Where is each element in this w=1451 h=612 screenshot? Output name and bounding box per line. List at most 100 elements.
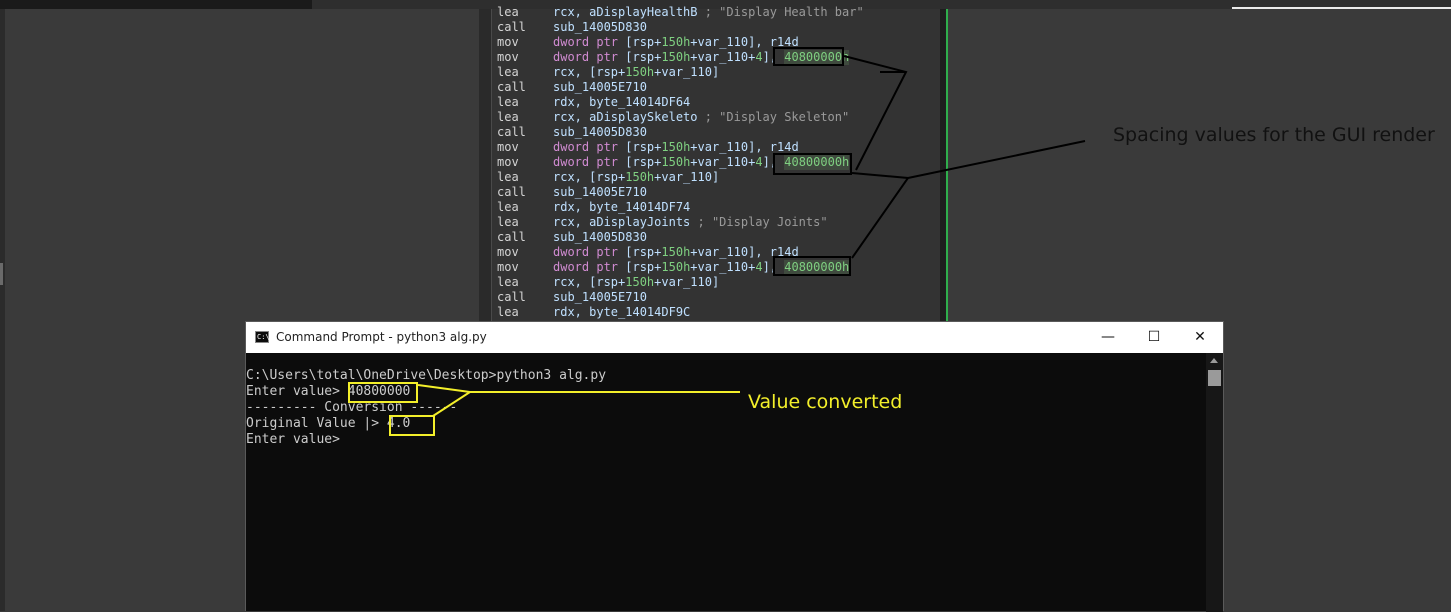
console-line: Original Value |> 4.0 bbox=[246, 416, 411, 431]
asm-a2: +var_110] bbox=[654, 170, 720, 184]
asm-a: rcx, [rsp+ bbox=[553, 65, 626, 79]
cmd-titlebar[interactable]: C:\ Command Prompt - python3 alg.py — ☐ … bbox=[246, 322, 1223, 353]
asm-kw: dword ptr bbox=[553, 155, 619, 169]
minimize-button[interactable]: — bbox=[1085, 322, 1131, 353]
asm-line[interactable]: lea rcx, [rsp+150h+var_110] bbox=[497, 275, 719, 290]
asm-n2: 4 bbox=[755, 50, 763, 64]
spacing-values-label: Spacing values for the GUI render bbox=[1113, 124, 1435, 146]
asm-line[interactable]: call sub_14005E710 bbox=[497, 80, 647, 95]
asm-line[interactable]: lea rdx, byte_14014DF74 bbox=[497, 200, 690, 215]
asm-line[interactable]: mov dword ptr [rsp+150h+var_110], r14d bbox=[497, 140, 799, 155]
asm-cmt: ; "Display Skeleton" bbox=[697, 110, 850, 124]
asm-line[interactable]: call sub_14005D830 bbox=[497, 230, 647, 245]
asm-a: rdx, byte_14014DF9C bbox=[553, 305, 691, 319]
asm-a: rdx, byte_14014DF74 bbox=[553, 200, 691, 214]
asm-n1: 150h bbox=[625, 170, 655, 184]
asm-op: lea bbox=[497, 215, 519, 229]
asm-a2: +var_110] bbox=[654, 275, 720, 289]
asm-a2: +var_110] bbox=[654, 65, 720, 79]
asm-a: rcx, aDisplayJoints bbox=[553, 215, 691, 229]
asm-op: call bbox=[497, 185, 526, 199]
asm-kw: dword ptr bbox=[553, 140, 619, 154]
asm-n2: 4 bbox=[755, 260, 763, 274]
asm-a1: [rsp+ bbox=[618, 260, 662, 274]
asm-a: rdx, byte_14014DF64 bbox=[553, 95, 691, 109]
asm-line[interactable]: mov dword ptr [rsp+150h+var_110], r14d bbox=[497, 245, 799, 260]
asm-op: mov bbox=[497, 245, 519, 259]
ida-gutter-border bbox=[491, 9, 492, 324]
asm-n2: 4 bbox=[755, 155, 763, 169]
asm-kw: dword ptr bbox=[553, 50, 619, 64]
asm-a1: [rsp+ bbox=[618, 140, 662, 154]
close-button[interactable]: ✕ bbox=[1177, 322, 1223, 353]
asm-op: mov bbox=[497, 50, 519, 64]
asm-n1: 150h bbox=[661, 260, 691, 274]
left-strip bbox=[0, 9, 5, 611]
asm-a1: [rsp+ bbox=[618, 50, 662, 64]
output-value-highlight-box bbox=[389, 415, 435, 436]
asm-n1: 150h bbox=[625, 65, 655, 79]
asm-line[interactable]: lea rcx, aDisplayJoints ; "Display Joints… bbox=[497, 215, 828, 230]
asm-line[interactable]: call sub_14005D830 bbox=[497, 125, 647, 140]
asm-line[interactable]: call sub_14005D830 bbox=[497, 20, 647, 35]
asm-op: lea bbox=[497, 110, 519, 124]
asm-a: rcx, [rsp+ bbox=[553, 170, 626, 184]
console-line[interactable]: Enter value> bbox=[246, 432, 340, 448]
scroll-thumb[interactable] bbox=[1208, 370, 1221, 386]
asm-kw: dword ptr bbox=[553, 260, 619, 274]
asm-a: rcx, aDisplayHealthB bbox=[553, 5, 698, 19]
asm-n1: 150h bbox=[661, 140, 691, 154]
asm-a: sub_14005E710 bbox=[553, 80, 647, 94]
asm-line[interactable]: mov dword ptr [rsp+150h+var_110], r14d bbox=[497, 35, 799, 50]
cmd-window-title: Command Prompt - python3 alg.py bbox=[276, 330, 487, 344]
asm-line[interactable]: call sub_14005E710 bbox=[497, 185, 647, 200]
cmd-scrollbar[interactable] bbox=[1206, 353, 1223, 612]
asm-line[interactable]: lea rcx, aDisplaySkeleto ; "Display Skele… bbox=[497, 110, 849, 125]
asm-n1: 150h bbox=[661, 35, 691, 49]
asm-line[interactable]: lea rcx, aDisplayHealthB ; "Display Healt… bbox=[497, 5, 864, 20]
asm-op: call bbox=[497, 230, 526, 244]
command-prompt-window[interactable]: C:\ Command Prompt - python3 alg.py — ☐ … bbox=[245, 321, 1224, 612]
asm-op: mov bbox=[497, 260, 519, 274]
hex-highlight-box bbox=[773, 47, 844, 66]
asm-a1: [rsp+ bbox=[618, 245, 662, 259]
hex-highlight-box bbox=[773, 153, 852, 175]
asm-a: sub_14005D830 bbox=[553, 230, 647, 244]
asm-line[interactable]: lea rdx, byte_14014DF64 bbox=[497, 95, 690, 110]
asm-op: mov bbox=[497, 35, 519, 49]
asm-a: rcx, aDisplaySkeleto bbox=[553, 110, 698, 124]
top-bar-line bbox=[1232, 7, 1451, 9]
asm-op: call bbox=[497, 125, 526, 139]
asm-op: lea bbox=[497, 200, 519, 214]
asm-op: lea bbox=[497, 65, 519, 79]
value-converted-label: Value converted bbox=[748, 391, 903, 413]
asm-a2: +var_110+ bbox=[690, 155, 756, 169]
terminal-icon: C:\ bbox=[255, 331, 270, 343]
ida-gutter bbox=[479, 9, 491, 324]
asm-op: mov bbox=[497, 140, 519, 154]
asm-a1: [rsp+ bbox=[618, 155, 662, 169]
asm-cmt: ; "Display Joints" bbox=[690, 215, 828, 229]
asm-op: lea bbox=[497, 305, 519, 319]
hex-highlight-box bbox=[773, 256, 851, 276]
top-bar-dark-segment bbox=[0, 0, 312, 9]
asm-n1: 150h bbox=[661, 50, 691, 64]
asm-a: sub_14005E710 bbox=[553, 290, 647, 304]
maximize-button[interactable]: ☐ bbox=[1131, 322, 1177, 353]
ida-green-edge bbox=[946, 9, 948, 324]
asm-op: call bbox=[497, 20, 526, 34]
asm-line[interactable]: lea rdx, byte_14014DF9C bbox=[497, 305, 690, 320]
asm-line[interactable]: lea rcx, [rsp+150h+var_110] bbox=[497, 65, 719, 80]
asm-op: mov bbox=[497, 155, 519, 169]
asm-a2: +var_110+ bbox=[690, 50, 756, 64]
asm-a: sub_14005D830 bbox=[553, 125, 647, 139]
console-line: C:\Users\total\OneDrive\Desktop>python3 … bbox=[246, 368, 607, 383]
asm-op: lea bbox=[497, 170, 519, 184]
asm-op: lea bbox=[497, 275, 519, 289]
scroll-up-arrow-icon[interactable] bbox=[1210, 358, 1218, 363]
asm-a1: [rsp+ bbox=[618, 35, 662, 49]
asm-line[interactable]: call sub_14005E710 bbox=[497, 290, 647, 305]
asm-line[interactable]: lea rcx, [rsp+150h+var_110] bbox=[497, 170, 719, 185]
asm-cmt: ; "Display Health bar" bbox=[697, 5, 864, 19]
left-tick bbox=[0, 263, 3, 285]
